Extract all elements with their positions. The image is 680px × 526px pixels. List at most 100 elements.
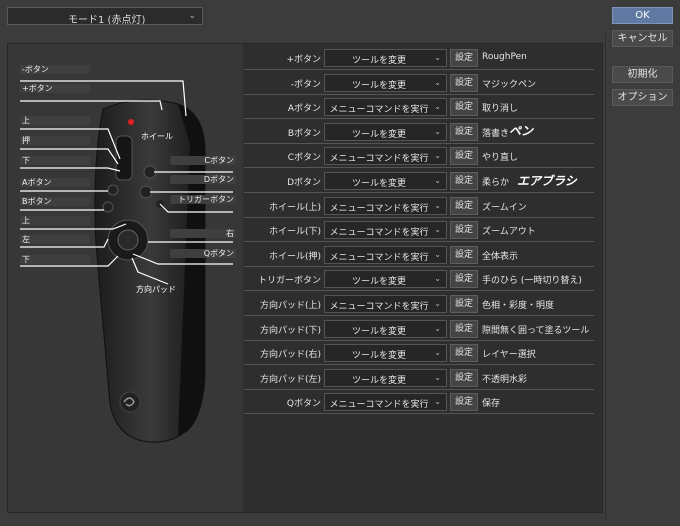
assigned-value: やり直し: [482, 153, 519, 164]
chevron-down-icon: ⌄: [434, 151, 441, 161]
label-b-button: Bボタン: [20, 197, 90, 206]
label-dpad-right: 右: [170, 229, 236, 238]
assigned-value: レイヤー選択: [482, 350, 536, 361]
action-type-select[interactable]: ツールを変更 ⌄: [324, 270, 447, 289]
mode-select-value: モード1 (赤点灯): [68, 15, 146, 26]
action-type-select[interactable]: メニューコマンドを実行 ⌄: [324, 245, 447, 264]
mapping-row: トリガーボタン ツールを変更 ⌄ 設定 手のひら (一時切り替え): [244, 267, 594, 292]
label-trigger-button: トリガーボタン: [170, 195, 236, 204]
row-button-name: 方向パッド(下): [259, 325, 321, 336]
label-dpad-left: 左: [20, 235, 90, 244]
row-button-name: +ボタン: [286, 55, 321, 65]
handwritten-airbrush: エアブラシ: [517, 174, 577, 188]
chevron-down-icon: ⌄: [434, 372, 441, 382]
dpad-center: [117, 229, 139, 251]
action-type-select[interactable]: ツールを変更 ⌄: [324, 73, 447, 92]
action-type-value: ツールを変更: [351, 129, 406, 140]
row-button-name: Cボタン: [287, 153, 321, 164]
assigned-value: ズームイン: [482, 202, 527, 213]
set-button[interactable]: 設定: [450, 221, 478, 240]
action-type-select[interactable]: メニューコマンドを実行 ⌄: [324, 147, 447, 166]
action-type-value: メニューコマンドを実行: [329, 154, 429, 165]
action-type-value: ツールを変更: [351, 351, 406, 362]
label-wheel-down: 下: [20, 156, 90, 165]
handwritten-pen: ペン: [509, 124, 534, 138]
label-dpad: 方向パッド: [136, 285, 176, 294]
action-type-select[interactable]: ツールを変更 ⌄: [324, 172, 447, 190]
action-type-select[interactable]: メニューコマンドを実行 ⌄: [324, 98, 447, 117]
action-type-value: メニューコマンドを実行: [329, 105, 429, 116]
label-q-button: Qボタン: [170, 249, 236, 258]
label-wheel-push: 押: [20, 136, 90, 145]
assigned-value: RoughPen: [482, 52, 527, 62]
options-button[interactable]: オプション: [612, 89, 673, 106]
chevron-down-icon: ⌄: [434, 299, 441, 308]
set-button[interactable]: 設定: [450, 368, 478, 387]
set-button[interactable]: 設定: [450, 122, 478, 141]
mapping-row: 方向パッド(右) ツールを変更 ⌄ 設定 レイヤー選択: [244, 341, 594, 366]
action-type-select[interactable]: ツールを変更 ⌄: [324, 344, 447, 363]
mapping-row: 方向パッド(上) メニューコマンドを実行 ⌄ 設定 色相・彩度・明度: [244, 292, 594, 316]
label-plus-button: -ボタン: [20, 65, 90, 74]
mapping-row: Bボタン ツールを変更 ⌄ 設定 落書き: [244, 120, 594, 144]
action-type-value: ツールを変更: [351, 277, 406, 288]
action-type-value: メニューコマンドを実行: [329, 203, 429, 214]
ok-button[interactable]: OK: [612, 7, 673, 24]
set-button[interactable]: 設定: [450, 319, 478, 338]
assigned-value: 保存: [482, 399, 501, 410]
row-button-name: Bボタン: [287, 128, 321, 139]
chevron-down-icon: ⌄: [188, 11, 196, 21]
action-type-select[interactable]: メニューコマンドを実行 ⌄: [324, 295, 447, 313]
row-button-name: -ボタン: [290, 79, 321, 90]
action-type-select[interactable]: ツールを変更 ⌄: [324, 368, 447, 387]
action-type-value: メニューコマンドを実行: [329, 400, 429, 411]
set-button[interactable]: 設定: [450, 147, 478, 166]
set-button[interactable]: 設定: [450, 49, 478, 67]
action-type-select[interactable]: ツールを変更 ⌄: [324, 49, 447, 67]
mode-select[interactable]: モード1 (赤点灯) ⌄: [7, 7, 203, 26]
action-type-select[interactable]: ツールを変更 ⌄: [324, 122, 447, 141]
label-dpad-up: 上: [20, 216, 90, 225]
row-button-name: ホイール(押): [268, 251, 321, 262]
chevron-down-icon: ⌄: [434, 200, 441, 210]
action-type-select[interactable]: メニューコマンドを実行 ⌄: [324, 393, 447, 412]
action-type-value: ツールを変更: [351, 80, 406, 91]
set-button[interactable]: 設定: [450, 98, 478, 117]
set-button[interactable]: 設定: [450, 245, 478, 264]
chevron-down-icon: ⌄: [434, 397, 441, 407]
row-button-name: Dボタン: [287, 178, 321, 188]
mapping-row: +ボタン ツールを変更 ⌄ 設定 RoughPen: [244, 46, 594, 70]
assigned-value: 柔らか: [482, 178, 510, 188]
set-button[interactable]: 設定: [450, 393, 478, 412]
chevron-down-icon: ⌄: [434, 53, 441, 62]
row-button-name: 方向パッド(上): [259, 301, 321, 311]
chevron-down-icon: ⌄: [434, 348, 441, 358]
mapping-row: Qボタン メニューコマンドを実行 ⌄ 設定 保存: [244, 390, 594, 415]
assigned-value: 隙間無く囲って塗るツール: [482, 325, 590, 336]
label-dpad-down: 下: [20, 255, 90, 264]
set-button[interactable]: 設定: [450, 172, 478, 190]
set-button[interactable]: 設定: [450, 295, 478, 313]
reset-button[interactable]: 初期化: [612, 66, 673, 83]
mapping-row: -ボタン ツールを変更 ⌄ 設定 マジックペン: [244, 71, 594, 95]
set-button[interactable]: 設定: [450, 73, 478, 92]
mapping-row: Aボタン メニューコマンドを実行 ⌄ 設定 取り消し: [244, 95, 594, 120]
mapping-row: 方向パッド(左) ツールを変更 ⌄ 設定 不透明水彩: [244, 366, 594, 390]
action-type-select[interactable]: ツールを変更 ⌄: [324, 319, 447, 338]
chevron-down-icon: ⌄: [434, 225, 441, 235]
label-c-button: Cボタン: [170, 156, 236, 165]
set-button[interactable]: 設定: [450, 270, 478, 289]
mapping-row: Cボタン メニューコマンドを実行 ⌄ 設定 やり直し: [244, 144, 594, 169]
action-type-select[interactable]: メニューコマンドを実行 ⌄: [324, 196, 447, 215]
action-type-value: メニューコマンドを実行: [329, 302, 429, 312]
set-button[interactable]: 設定: [450, 344, 478, 363]
set-button[interactable]: 設定: [450, 196, 478, 215]
divider: [605, 30, 606, 520]
action-type-select[interactable]: メニューコマンドを実行 ⌄: [324, 221, 447, 240]
label-minus-button: +ボタン: [20, 84, 90, 93]
action-type-value: ツールを変更: [351, 326, 406, 337]
assigned-value: ズームアウト: [482, 227, 536, 238]
cancel-button[interactable]: キャンセル: [612, 30, 673, 47]
row-button-name: ホイール(下): [268, 227, 321, 238]
row-button-name: 方向パッド(右): [259, 350, 321, 361]
